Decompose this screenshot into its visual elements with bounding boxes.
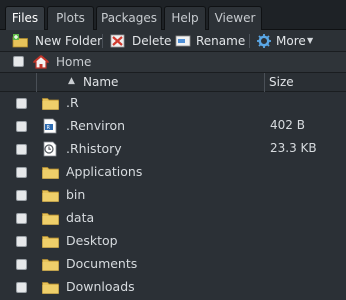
file-name[interactable]: .Renviron — [66, 118, 125, 133]
breadcrumb: Home — [0, 52, 346, 73]
file-name[interactable]: bin — [66, 187, 85, 202]
file-name[interactable]: .R — [66, 95, 79, 110]
delete-button[interactable]: Delete — [110, 30, 172, 52]
file-row[interactable]: Applications — [0, 161, 346, 184]
row-checkbox[interactable] — [16, 213, 27, 224]
toolbar-separator — [102, 34, 103, 48]
tab-help-label: Help — [171, 11, 199, 25]
more-button[interactable]: More ▼ — [257, 30, 317, 52]
file-name[interactable]: data — [66, 210, 94, 225]
row-checkbox[interactable] — [16, 236, 27, 247]
toolbar-separator — [249, 34, 250, 48]
folder-icon — [42, 167, 59, 179]
column-header-size[interactable]: Size — [269, 75, 294, 89]
sort-ascending-icon: ▲ — [68, 76, 75, 86]
folder-icon — [42, 98, 59, 110]
row-checkbox[interactable] — [16, 259, 27, 270]
delete-label: Delete — [132, 34, 172, 48]
history-file-icon — [43, 141, 57, 157]
chevron-down-icon: ▼ — [307, 36, 314, 45]
file-row[interactable]: data — [0, 207, 346, 230]
column-divider — [36, 73, 37, 92]
rename-button[interactable]: Rename — [175, 30, 245, 52]
row-checkbox[interactable] — [16, 121, 27, 132]
file-list-header: ▲ Name Size — [0, 73, 346, 92]
tab-plots[interactable]: Plots — [47, 6, 94, 30]
tab-viewer[interactable]: Viewer — [208, 6, 262, 30]
row-checkbox[interactable] — [16, 190, 27, 201]
tab-packages[interactable]: Packages — [96, 6, 162, 30]
file-name[interactable]: Downloads — [66, 279, 135, 294]
column-header-name[interactable]: Name — [83, 75, 118, 89]
home-icon[interactable] — [33, 55, 49, 69]
file-size: 23.3 KB — [270, 141, 317, 155]
tab-help[interactable]: Help — [164, 6, 206, 30]
gear-icon — [257, 34, 271, 48]
file-row[interactable]: Documents — [0, 253, 346, 276]
tab-files-label: Files — [11, 11, 39, 25]
file-row[interactable]: Downloads — [0, 276, 346, 299]
row-checkbox[interactable] — [16, 167, 27, 178]
column-divider — [264, 73, 265, 92]
folder-icon — [42, 190, 59, 202]
tab-packages-label: Packages — [101, 11, 157, 25]
folder-icon — [42, 282, 59, 294]
r-file-icon: R — [43, 118, 57, 134]
file-size: 402 B — [270, 118, 305, 132]
tab-viewer-label: Viewer — [214, 11, 256, 25]
folder-icon — [42, 259, 59, 271]
folder-icon — [42, 236, 59, 248]
rename-label: Rename — [196, 34, 246, 48]
new-folder-label: New Folder — [35, 34, 103, 48]
tab-plots-label: Plots — [56, 11, 85, 25]
new-folder-button[interactable]: New Folder — [12, 30, 102, 52]
file-name[interactable]: Documents — [66, 256, 137, 271]
file-name[interactable]: .Rhistory — [66, 141, 122, 156]
delete-icon — [110, 34, 125, 48]
file-name[interactable]: Desktop — [66, 233, 118, 248]
row-checkbox[interactable] — [16, 144, 27, 155]
file-row[interactable]: Desktop — [0, 230, 346, 253]
folder-icon — [42, 213, 59, 225]
select-all-checkbox[interactable] — [13, 56, 24, 67]
row-checkbox[interactable] — [16, 98, 27, 109]
file-name[interactable]: Applications — [66, 164, 142, 179]
file-row[interactable]: bin — [0, 184, 346, 207]
file-row[interactable]: R .Renviron 402 B — [0, 115, 346, 138]
file-row[interactable]: .Rhistory 23.3 KB — [0, 138, 346, 161]
svg-text:R: R — [47, 125, 51, 131]
rename-icon — [175, 35, 191, 47]
tab-files[interactable]: Files — [5, 6, 45, 31]
file-row[interactable]: .R — [0, 92, 346, 115]
files-toolbar: New Folder Delete Rename More ▼ — [0, 30, 346, 52]
pane-tab-bar: Files Plots Packages Help Viewer — [0, 0, 346, 31]
row-checkbox[interactable] — [16, 282, 27, 293]
more-label: More — [276, 34, 306, 48]
breadcrumb-home[interactable]: Home — [56, 55, 91, 69]
new-folder-icon — [12, 34, 28, 48]
